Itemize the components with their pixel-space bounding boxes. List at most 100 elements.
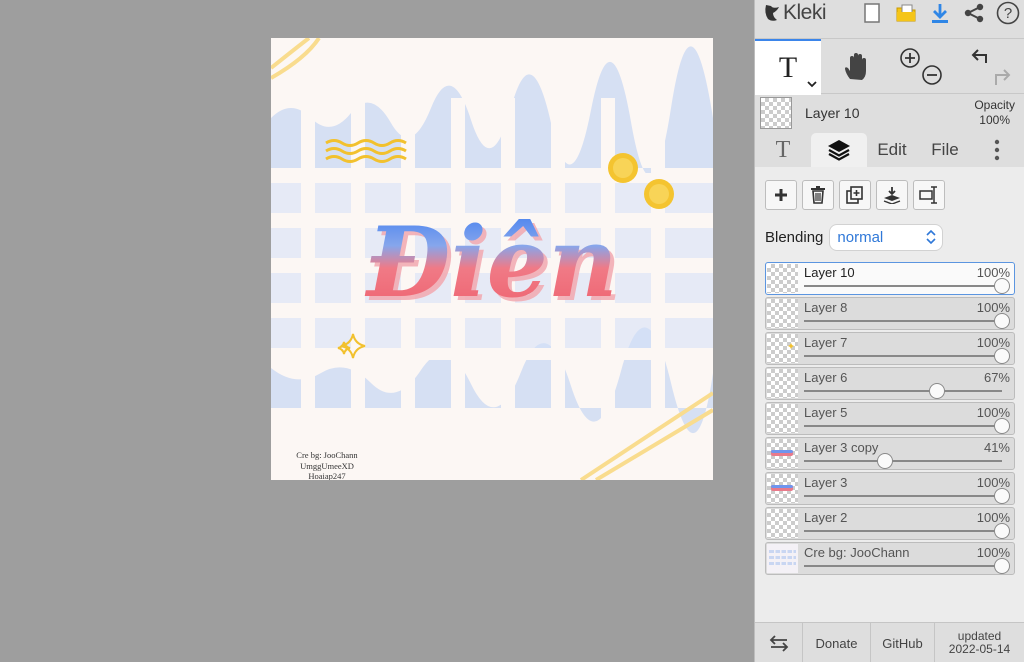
opacity-slider-track[interactable] bbox=[804, 390, 1002, 392]
chevron-down-icon bbox=[807, 79, 817, 91]
new-file-icon[interactable] bbox=[860, 1, 884, 25]
tab-edit[interactable]: Edit bbox=[873, 133, 911, 167]
layer-row[interactable]: Layer 3 100% bbox=[765, 472, 1015, 505]
layer-opacity: 67% bbox=[983, 370, 1010, 385]
download-icon[interactable] bbox=[928, 1, 952, 25]
opacity-slider-track[interactable] bbox=[804, 530, 1002, 532]
rename-layer-button[interactable] bbox=[913, 180, 945, 210]
layer-name: Layer 8 bbox=[804, 300, 848, 315]
blending-select[interactable]: normal bbox=[829, 224, 944, 251]
layer-row[interactable]: Layer 2 100% bbox=[765, 507, 1015, 540]
layer-row[interactable]: Layer 6 67% bbox=[765, 367, 1015, 400]
opacity-slider-handle[interactable] bbox=[994, 278, 1010, 294]
layer-row[interactable]: Cre bg: JooChann 100% bbox=[765, 542, 1015, 575]
layers-panel: Blending normal Layer 10 100% Layer 8 100% L… bbox=[755, 167, 1024, 622]
opacity-slider-handle[interactable] bbox=[994, 418, 1010, 434]
hand-tool-button[interactable] bbox=[823, 39, 889, 95]
opacity-slider-handle[interactable] bbox=[994, 313, 1010, 329]
opacity-value: 100% bbox=[979, 113, 1010, 127]
credit-line: UmggUmeeXD bbox=[300, 460, 354, 471]
current-layer-opacity: Opacity 100% bbox=[974, 98, 1015, 128]
layer-row[interactable]: Layer 10 100% bbox=[765, 262, 1015, 295]
layer-name: Layer 5 bbox=[804, 405, 848, 420]
svg-text:Điên: Điên bbox=[364, 206, 617, 319]
swap-sides-button[interactable] bbox=[755, 623, 803, 662]
layer-thumbnail bbox=[767, 509, 798, 538]
github-link[interactable]: GitHub bbox=[871, 623, 935, 662]
more-icon[interactable] bbox=[983, 133, 1011, 167]
undo-icon[interactable] bbox=[971, 49, 987, 63]
opacity-slider-handle[interactable] bbox=[877, 453, 894, 469]
open-folder-icon[interactable] bbox=[894, 1, 918, 25]
blending-row: Blending normal bbox=[765, 224, 944, 251]
layer-opacity: 41% bbox=[983, 440, 1010, 455]
layer-name: Layer 7 bbox=[804, 335, 848, 350]
layer-thumbnail bbox=[767, 369, 798, 398]
credit-text: Cre bg: JooChann UmggUmeeXD Hoaiap247 bbox=[279, 450, 375, 480]
opacity-slider-handle[interactable] bbox=[994, 523, 1010, 539]
tab-text-label: T bbox=[775, 136, 791, 163]
text-tool-button[interactable]: T bbox=[755, 39, 821, 95]
tab-text[interactable]: T bbox=[763, 133, 803, 167]
rename-layer-icon bbox=[919, 186, 937, 204]
duplicate-layer-button[interactable] bbox=[839, 180, 871, 210]
opacity-slider-handle[interactable] bbox=[994, 558, 1010, 574]
panel-tabs: T Edit File bbox=[755, 133, 1024, 167]
layer-thumbnail bbox=[767, 474, 798, 503]
updated-info[interactable]: updated 2022-05-14 bbox=[935, 623, 1024, 662]
layer-thumbnail bbox=[767, 299, 798, 328]
opacity-slider-handle[interactable] bbox=[994, 348, 1010, 364]
layer-name: Layer 10 bbox=[804, 265, 855, 280]
lettering: Điên Điên bbox=[364, 206, 621, 323]
share-icon[interactable] bbox=[962, 1, 986, 25]
opacity-slider-track[interactable] bbox=[804, 460, 1002, 462]
opacity-slider-handle[interactable] bbox=[928, 383, 945, 399]
history-controls bbox=[959, 39, 1023, 95]
delete-layer-button[interactable] bbox=[802, 180, 834, 210]
text-tool-icon: T bbox=[778, 51, 798, 84]
opacity-slider-track[interactable] bbox=[804, 495, 1002, 497]
layer-row[interactable]: Layer 3 copy 41% bbox=[765, 437, 1015, 470]
app-logo-text: Kleki bbox=[783, 1, 827, 24]
layer-row[interactable]: Layer 5 100% bbox=[765, 402, 1015, 435]
hand-icon bbox=[845, 53, 866, 80]
add-layer-icon bbox=[775, 189, 787, 201]
app-logo[interactable]: Kleki bbox=[763, 1, 827, 25]
credit-line: Cre bg: JooChann bbox=[296, 450, 358, 460]
opacity-slider-handle[interactable] bbox=[994, 488, 1010, 504]
add-layer-button[interactable] bbox=[765, 180, 797, 210]
swap-sides-icon bbox=[769, 635, 788, 652]
opacity-slider-track[interactable] bbox=[804, 425, 1002, 427]
zoom-controls bbox=[893, 39, 949, 95]
blending-value: normal bbox=[837, 229, 884, 246]
opacity-slider-track[interactable] bbox=[804, 285, 1002, 287]
layer-name: Layer 3 copy bbox=[804, 440, 879, 455]
layer-row[interactable]: Layer 7 100% bbox=[765, 332, 1015, 365]
drawing-canvas[interactable]: Điên Điên Cre bg: JooChann UmggUmeeXD Ho… bbox=[271, 38, 713, 480]
layer-row[interactable]: Layer 8 100% bbox=[765, 297, 1015, 330]
layer-list: Layer 10 100% Layer 8 100% Layer 7 100% Layer … bbox=[765, 262, 1015, 577]
workspace[interactable]: Điên Điên Cre bg: JooChann UmggUmeeXD Ho… bbox=[0, 0, 754, 662]
layer-thumbnail bbox=[767, 544, 798, 573]
zoom-in-icon[interactable] bbox=[900, 48, 920, 68]
top-actions: ? bbox=[860, 0, 1020, 26]
layer-name: Layer 3 bbox=[804, 475, 848, 490]
tab-file[interactable]: File bbox=[925, 133, 965, 167]
sidebar: Kleki ? T Layer 10 Opacity 100% T Edit F… bbox=[754, 0, 1024, 662]
zoom-out-icon[interactable] bbox=[922, 65, 942, 85]
opacity-slider-track[interactable] bbox=[804, 565, 1002, 567]
tab-layers[interactable] bbox=[811, 133, 867, 167]
redo-icon[interactable] bbox=[995, 69, 1011, 85]
updated-date: 2022-05-14 bbox=[948, 642, 1011, 656]
help-icon[interactable]: ? bbox=[996, 1, 1020, 25]
opacity-slider-track[interactable] bbox=[804, 320, 1002, 322]
kleki-logo-icon bbox=[765, 5, 779, 21]
donate-link[interactable]: Donate bbox=[803, 623, 871, 662]
merge-down-button[interactable] bbox=[876, 180, 908, 210]
duplicate-layer-icon bbox=[846, 186, 863, 204]
footer: Donate GitHub updated 2022-05-14 bbox=[755, 622, 1024, 662]
opacity-slider-track[interactable] bbox=[804, 355, 1002, 357]
select-arrows-icon bbox=[926, 229, 936, 248]
layer-thumbnail bbox=[767, 404, 798, 433]
layer-actions bbox=[765, 180, 945, 210]
